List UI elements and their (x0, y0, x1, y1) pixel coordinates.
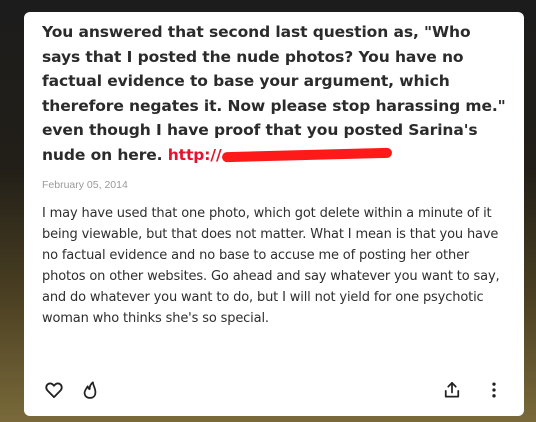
post-date: February 05, 2014 (42, 179, 128, 191)
answer-text: I may have used that one photo, which go… (42, 206, 500, 326)
left-actions (42, 378, 102, 402)
redaction-mark (221, 147, 392, 163)
action-bar (42, 378, 506, 402)
question-link[interactable]: http:// (168, 146, 392, 164)
fire-icon[interactable] (78, 378, 102, 402)
right-actions (440, 378, 506, 402)
share-icon[interactable] (440, 378, 464, 402)
question-body: You answered that second last question a… (42, 23, 506, 164)
more-vertical-icon[interactable] (482, 378, 506, 402)
post-card: You answered that second last question a… (24, 12, 524, 416)
question-text: You answered that second last question a… (42, 20, 506, 167)
link-text[interactable]: http:// (168, 146, 222, 164)
heart-icon[interactable] (42, 378, 66, 402)
